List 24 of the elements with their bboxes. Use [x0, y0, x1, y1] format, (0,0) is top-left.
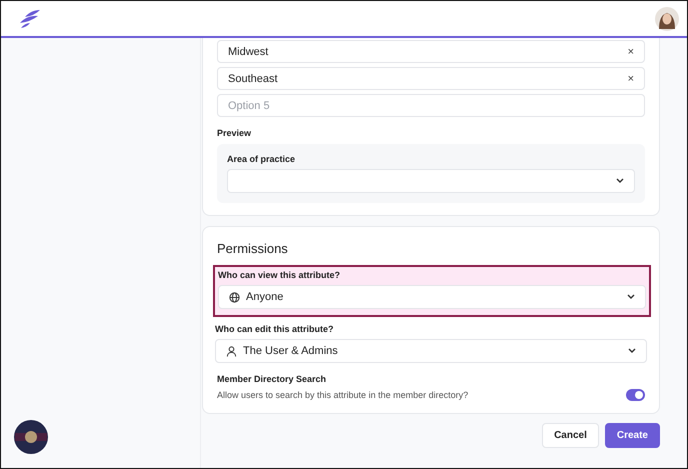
- section-title: Permissions: [217, 241, 289, 256]
- chevron-down-icon: [616, 178, 624, 184]
- section-label: Preview: [217, 128, 252, 138]
- field-label: Who can view this attribute?: [218, 270, 342, 280]
- select-field[interactable]: The User & Admins: [215, 339, 647, 363]
- setting-description: Allow users to search by this attribute in the member directory?: [217, 390, 468, 400]
- remove-button[interactable]: ×: [628, 46, 634, 58]
- help-launcher-button[interactable]: [14, 420, 48, 454]
- remove-button[interactable]: ×: [628, 72, 634, 84]
- globe-icon: [229, 292, 240, 302]
- toggle-switch[interactable]: [626, 389, 645, 401]
- setting-title: Member Directory Search: [217, 374, 328, 384]
- option-field[interactable]: Southeast ×: [217, 67, 645, 90]
- option-field[interactable]: Midwest ×: [217, 40, 645, 63]
- chevron-down-icon: [628, 348, 636, 354]
- chevron-down-icon: [627, 294, 635, 300]
- logo-icon[interactable]: [19, 8, 41, 28]
- person-icon: [226, 346, 237, 356]
- select-field[interactable]: Anyone: [218, 285, 646, 309]
- avatar[interactable]: [655, 6, 679, 30]
- cancel-button[interactable]: Cancel: [542, 423, 599, 448]
- create-button[interactable]: Create: [604, 423, 660, 448]
- field-label: Who can edit this attribute?: [215, 324, 334, 334]
- field-label: Area of practice: [227, 154, 296, 164]
